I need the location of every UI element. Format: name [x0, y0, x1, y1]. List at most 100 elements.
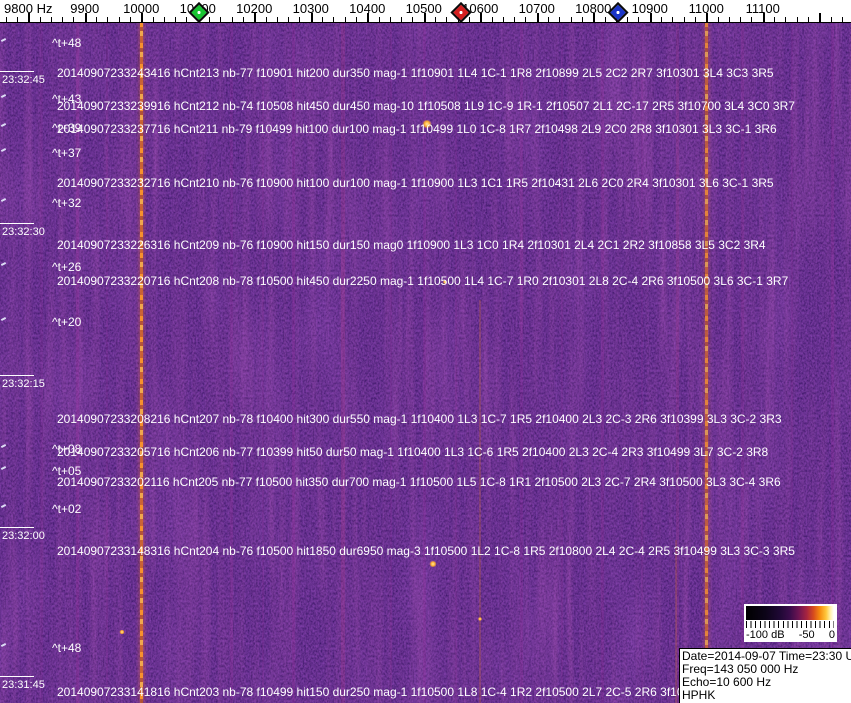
time-label: 23:32:00 — [2, 530, 45, 542]
noise-streak — [791, 22, 793, 703]
db-max-label: 0 — [828, 629, 835, 641]
event-time-marker: ^t+48 — [52, 641, 82, 655]
freq-tick — [242, 17, 244, 22]
freq-tick — [344, 17, 346, 22]
freq-tick — [581, 17, 583, 22]
freq-tick — [220, 17, 222, 22]
freq-tick — [288, 17, 290, 22]
frequency-ruler[interactable]: 9800 Hz990010000101001020010300104001050… — [0, 0, 851, 24]
status-info-box: Date=2014-09-07 Time=23:30 UTC Freq=143 … — [679, 648, 851, 703]
freq-tick — [186, 17, 188, 22]
freq-tick — [129, 17, 131, 22]
freq-tick — [322, 17, 324, 22]
freq-tick — [514, 17, 516, 22]
detection-log-line: 20140907233141816 hCnt203 nb-78 f10499 h… — [57, 685, 750, 699]
freq-tick — [491, 17, 493, 22]
detection-log-line: 20140907233243416 hCnt213 nb-77 f10901 h… — [57, 66, 774, 80]
freq-tick — [299, 17, 301, 22]
freq-tick — [412, 17, 414, 22]
freq-tick — [740, 17, 742, 22]
faint-echo-line — [675, 540, 677, 703]
freq-tick — [728, 17, 730, 22]
freq-tick — [468, 17, 470, 22]
freq-tick — [570, 17, 572, 22]
freq-tick — [389, 17, 391, 22]
detection-log-line: 20140907233202116 hCnt205 nb-77 f10500 h… — [57, 475, 781, 489]
freq-tick — [62, 17, 64, 22]
freq-label: 9800 Hz — [4, 1, 53, 16]
time-label: 23:32:45 — [2, 74, 45, 86]
time-tick-line — [0, 676, 34, 677]
time-label: 23:32:15 — [2, 378, 45, 390]
event-time-marker: ^t+26 — [52, 260, 82, 274]
freq-tick — [830, 17, 832, 22]
freq-tick — [807, 17, 809, 22]
noise-streak — [831, 22, 834, 703]
time-tick-line — [0, 527, 34, 528]
freq-tick — [694, 17, 696, 22]
time-label: 23:31:45 — [2, 679, 45, 691]
freq-tick — [378, 17, 380, 22]
db-color-scale: -100 dB -50 0 — [744, 604, 837, 642]
freq-tick — [774, 17, 776, 22]
freq-tick — [175, 17, 177, 22]
event-time-marker: ^t+20 — [52, 315, 82, 329]
echo-blob — [478, 617, 482, 621]
freq-tick — [355, 17, 357, 22]
freq-tick — [604, 17, 606, 22]
detection-log-line: 20140907233208216 hCnt207 nb-78 f10400 h… — [57, 412, 782, 426]
time-tick-line — [0, 71, 34, 72]
freq-tick — [717, 17, 719, 22]
freq-label: 9900 — [70, 1, 100, 16]
freq-tick — [107, 17, 109, 22]
detection-log-line: 20140907233148316 hCnt204 nb-76 f10500 h… — [57, 544, 795, 558]
freq-tick — [502, 17, 504, 22]
freq-tick — [841, 17, 843, 22]
freq-label: 10400 — [349, 1, 386, 16]
freq-tick — [435, 17, 437, 22]
freq-tick — [5, 17, 7, 22]
freq-tick — [785, 17, 787, 22]
db-min-label: -100 dB — [746, 629, 785, 641]
freq-tick — [819, 13, 822, 22]
freq-tick — [231, 17, 233, 22]
db-gradient-bar — [746, 606, 834, 620]
freq-tick — [638, 17, 640, 22]
freq-label: 11000 — [688, 1, 724, 16]
freq-tick — [333, 17, 335, 22]
freq-tick — [152, 17, 154, 22]
noise-streak — [40, 22, 43, 703]
detection-log-line: 20140907233239916 hCnt212 nb-74 f10508 h… — [57, 99, 795, 113]
detection-log-line: 20140907233232716 hCnt210 nb-76 f10900 h… — [57, 176, 774, 190]
faint-echo-line — [479, 300, 481, 703]
freq-tick — [548, 17, 550, 22]
time-tick-line — [0, 375, 34, 376]
freq-tick — [50, 17, 52, 22]
freq-tick — [96, 17, 98, 22]
detection-log-line: 20140907233237716 hCnt211 nb-79 f10499 h… — [57, 122, 777, 136]
freq-label: 10000 — [123, 1, 160, 16]
freq-tick — [39, 17, 41, 22]
freq-tick — [16, 17, 18, 22]
freq-tick — [672, 17, 674, 22]
spectrogram-display: 9800 Hz990010000101001020010300104001050… — [0, 0, 851, 703]
freq-tick — [446, 17, 448, 22]
db-scale-labels: -100 dB -50 0 — [746, 629, 835, 641]
freq-label: 11100 — [745, 1, 780, 16]
freq-tick — [627, 17, 629, 22]
freq-label: 10200 — [236, 1, 273, 16]
freq-tick — [661, 17, 663, 22]
detection-log-line: 20140907233226316 hCnt209 nb-76 f10900 h… — [57, 238, 766, 252]
freq-label: 10700 — [518, 1, 555, 16]
freq-tick — [163, 17, 165, 22]
freq-label: 10500 — [405, 1, 442, 16]
event-time-marker: ^t+48 — [52, 36, 82, 50]
freq-tick — [276, 17, 278, 22]
station-id-text: HPHK — [682, 688, 716, 702]
freq-label: 10300 — [292, 1, 329, 16]
freq-tick — [751, 17, 753, 22]
freq-tick — [73, 17, 75, 22]
freq-label: 10800 — [575, 1, 612, 16]
event-time-marker: ^t+32 — [52, 196, 82, 210]
event-time-marker: ^t+02 — [52, 502, 82, 516]
